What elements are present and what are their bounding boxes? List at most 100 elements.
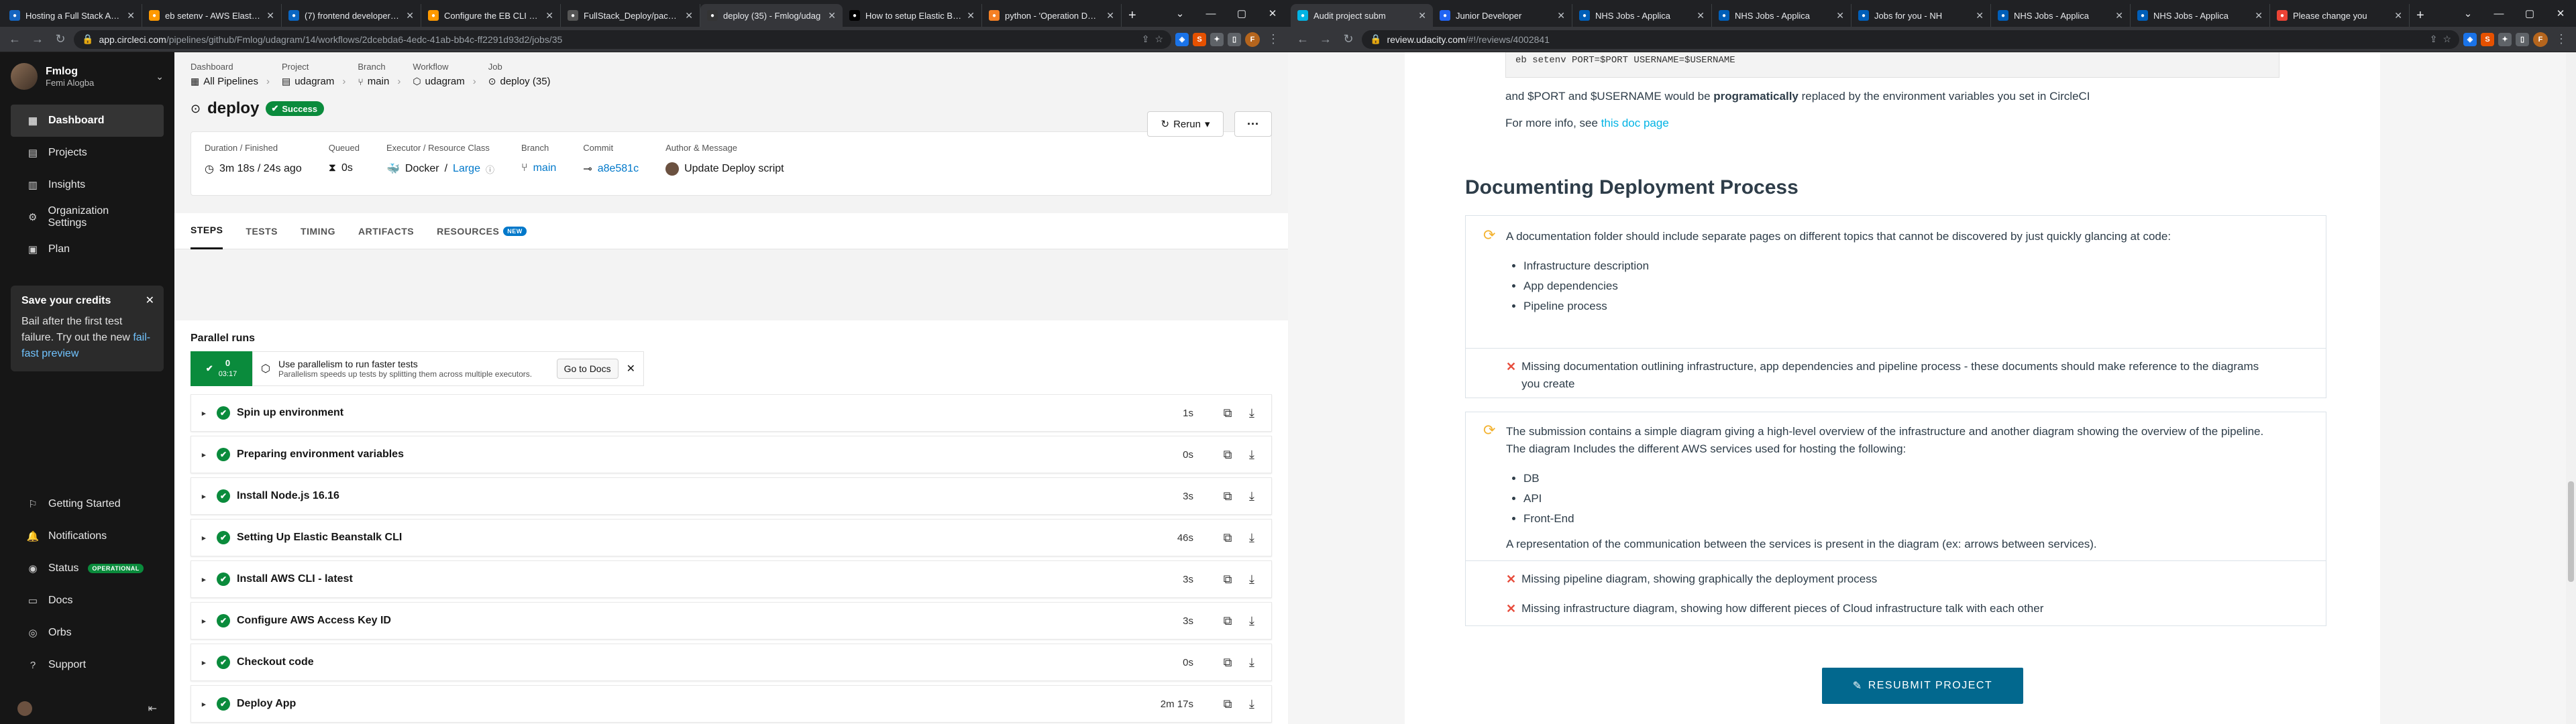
breadcrumb-link[interactable]: ▦ All Pipelines › — [191, 76, 270, 87]
close-tab-icon[interactable]: ✕ — [1836, 10, 1844, 21]
tab-timing[interactable]: TIMING — [301, 213, 335, 249]
browser-tab[interactable]: ● Hosting a Full Stack Appli ✕ — [3, 4, 142, 27]
extension-icon[interactable]: S — [2481, 32, 2494, 46]
external-link-icon[interactable]: ⧉ — [1219, 489, 1236, 503]
browser-tab[interactable]: ● (7) frontend developer Jo ✕ — [282, 4, 421, 27]
side-panel-icon[interactable]: ▯ — [1228, 32, 1241, 46]
close-tab-icon[interactable]: ✕ — [1697, 10, 1705, 21]
sidebar-item-notifications[interactable]: 🔔 Notifications — [11, 520, 164, 552]
expand-triangle-icon[interactable]: ▸ — [202, 617, 210, 625]
extension-icon[interactable]: ◈ — [2463, 32, 2477, 46]
tab-tests[interactable]: TESTS — [246, 213, 278, 249]
share-icon[interactable]: ⇪ — [1142, 34, 1150, 45]
step-row[interactable]: ▸ ✔ Checkout code 0s ⧉ ⤓ — [191, 644, 1272, 681]
external-link-icon[interactable]: ⧉ — [1219, 697, 1236, 711]
browser-tab[interactable]: ● eb setenv - AWS Elastic Be ✕ — [142, 4, 282, 27]
tab-steps[interactable]: STEPS — [191, 213, 223, 249]
bookmark-star-icon[interactable]: ☆ — [1155, 34, 1163, 45]
tab-artifacts[interactable]: ARTIFACTS — [358, 213, 414, 249]
sidebar-item-projects[interactable]: ▤ Projects — [11, 137, 164, 169]
breadcrumb-link[interactable]: ⊙ deploy (35) — [488, 76, 551, 87]
reload-icon[interactable]: ↻ — [51, 30, 70, 49]
bookmark-star-icon[interactable]: ☆ — [2443, 34, 2451, 45]
external-link-icon[interactable]: ⧉ — [1219, 614, 1236, 628]
step-row[interactable]: ▸ ✔ Spin up environment 1s ⧉ ⤓ — [191, 394, 1272, 432]
close-tab-icon[interactable]: ✕ — [2255, 10, 2263, 21]
tab-resources[interactable]: RESOURCES NEW — [437, 213, 527, 249]
sidebar-item-support[interactable]: ? Support — [11, 649, 164, 681]
close-tab-icon[interactable]: ✕ — [1557, 10, 1565, 21]
minimize-button[interactable]: — — [1195, 8, 1226, 19]
sidebar-item-orbs[interactable]: ◎ Orbs — [11, 617, 164, 649]
back-icon[interactable]: ← — [1293, 30, 1312, 49]
expand-triangle-icon[interactable]: ▸ — [202, 492, 210, 501]
close-tab-icon[interactable]: ✕ — [1418, 10, 1426, 21]
info-icon[interactable]: ⓘ — [486, 163, 494, 176]
close-tab-icon[interactable]: ✕ — [2115, 10, 2123, 21]
external-link-icon[interactable]: ⧉ — [1219, 572, 1236, 587]
menu-kebab-icon[interactable]: ⋮ — [1264, 30, 1283, 49]
profile-avatar[interactable]: F — [2533, 32, 2548, 47]
close-tab-icon[interactable]: ✕ — [406, 10, 414, 21]
maximize-button[interactable]: ▢ — [2514, 7, 2545, 19]
close-icon[interactable]: ✕ — [627, 362, 635, 375]
close-window-button[interactable]: ✕ — [2545, 7, 2576, 19]
reload-icon[interactable]: ↻ — [1339, 30, 1358, 49]
breadcrumb-link[interactable]: ⑂ main › — [358, 76, 400, 87]
external-link-icon[interactable]: ⧉ — [1219, 531, 1236, 545]
close-icon[interactable]: ✕ — [146, 294, 154, 307]
scrollbar-thumb[interactable] — [2568, 481, 2574, 582]
browser-tab[interactable]: ● How to setup Elastic Bean ✕ — [843, 4, 982, 27]
download-icon[interactable]: ⤓ — [1243, 406, 1260, 420]
expand-triangle-icon[interactable]: ▸ — [202, 450, 210, 459]
resource-class-link[interactable]: Large — [453, 163, 480, 175]
close-tab-icon[interactable]: ✕ — [967, 10, 975, 21]
browser-tab[interactable]: ● FullStack_Deploy/packag ✕ — [561, 4, 700, 27]
download-icon[interactable]: ⤓ — [1243, 697, 1260, 711]
branch-link[interactable]: main — [533, 162, 557, 174]
menu-kebab-icon[interactable]: ⋮ — [2552, 30, 2571, 49]
doc-page-link[interactable]: this doc page — [1601, 117, 1669, 129]
step-row[interactable]: ▸ ✔ Install Node.js 16.16 3s ⧉ ⤓ — [191, 477, 1272, 515]
browser-tab[interactable]: ● Jobs for you - NH ✕ — [1851, 4, 1991, 27]
download-icon[interactable]: ⤓ — [1243, 656, 1260, 670]
sidebar-item-docs[interactable]: ▭ Docs — [11, 585, 164, 617]
external-link-icon[interactable]: ⧉ — [1219, 656, 1236, 670]
back-icon[interactable]: ← — [5, 30, 24, 49]
expand-triangle-icon[interactable]: ▸ — [202, 658, 210, 667]
close-tab-icon[interactable]: ✕ — [545, 10, 553, 21]
sidebar-item-getting-started[interactable]: ⚐ Getting Started — [11, 488, 164, 520]
sidebar-item-organization-settings[interactable]: ⚙ Organization Settings — [11, 201, 164, 233]
close-tab-icon[interactable]: ✕ — [1106, 10, 1114, 21]
download-icon[interactable]: ⤓ — [1243, 448, 1260, 462]
browser-tab[interactable]: ● Configure the EB CLI - AW ✕ — [421, 4, 561, 27]
close-tab-icon[interactable]: ✕ — [266, 10, 274, 21]
download-icon[interactable]: ⤓ — [1243, 489, 1260, 503]
user-avatar[interactable] — [17, 701, 32, 716]
tab-search-icon[interactable]: ⌄ — [1165, 7, 1195, 19]
external-link-icon[interactable]: ⧉ — [1219, 448, 1236, 462]
breadcrumb-link[interactable]: ⬡ udagram › — [413, 76, 476, 87]
address-bar[interactable]: 🔒 app.circleci.com/pipelines/github/Fmlo… — [74, 29, 1171, 49]
sidebar-item-status[interactable]: ◉ Status OPERATIONAL — [11, 552, 164, 585]
forward-icon[interactable]: → — [28, 30, 47, 49]
download-icon[interactable]: ⤓ — [1243, 531, 1260, 545]
close-window-button[interactable]: ✕ — [1257, 7, 1288, 19]
breadcrumb-link[interactable]: ▤ udagram › — [282, 76, 345, 87]
side-panel-icon[interactable]: ▯ — [2516, 32, 2529, 46]
browser-tab[interactable]: ● Audit project subm ✕ — [1291, 4, 1433, 27]
new-tab-button[interactable]: + — [1122, 4, 1143, 27]
share-icon[interactable]: ⇪ — [2430, 34, 2438, 45]
browser-tab[interactable]: ● Please change you ✕ — [2270, 4, 2410, 27]
expand-triangle-icon[interactable]: ▸ — [202, 534, 210, 542]
download-icon[interactable]: ⤓ — [1243, 572, 1260, 587]
expand-triangle-icon[interactable]: ▸ — [202, 409, 210, 418]
browser-tab[interactable]: ● deploy (35) - Fmlog/udag ✕ — [700, 4, 843, 27]
sidebar-item-dashboard[interactable]: ▦ Dashboard — [11, 105, 164, 137]
new-tab-button[interactable]: + — [2410, 4, 2431, 27]
minimize-button[interactable]: — — [2483, 8, 2514, 19]
collapse-sidebar-icon[interactable]: ⇤ — [148, 702, 157, 715]
close-tab-icon[interactable]: ✕ — [685, 10, 693, 21]
commit-link[interactable]: a8e581c — [598, 163, 639, 175]
extension-icon[interactable]: ◈ — [1175, 32, 1189, 46]
